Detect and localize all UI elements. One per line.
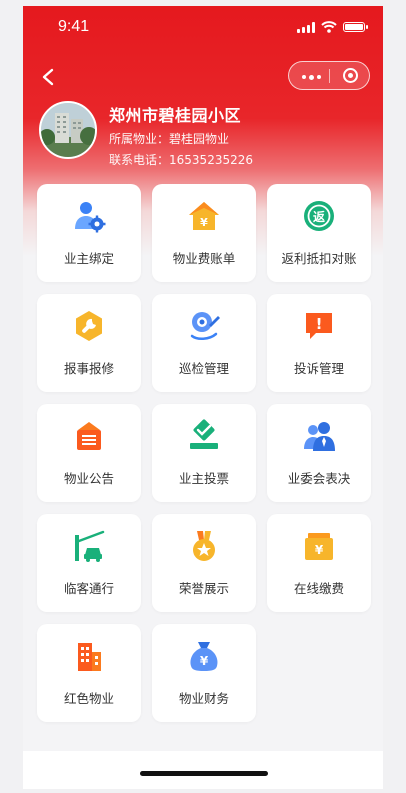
property-company: 所属物业：碧桂园物业 bbox=[109, 132, 230, 146]
menu-property-fee-bill[interactable]: ¥ 物业费账单 bbox=[152, 184, 256, 282]
battery-icon bbox=[343, 22, 368, 32]
committee-icon bbox=[304, 422, 335, 451]
menu-rebate-reconcile[interactable]: 返 返利抵扣对账 bbox=[267, 184, 371, 282]
property-fee-bill-icon: ¥ bbox=[189, 202, 219, 230]
menu-announcement[interactable]: 物业公告 bbox=[37, 404, 141, 502]
menu-vote[interactable]: 业主投票 bbox=[152, 404, 256, 502]
community-name: 郑州市碧桂园小区 bbox=[109, 106, 242, 125]
repair-wrench-icon bbox=[76, 311, 102, 341]
function-grid: 业主绑定 ¥ 物业费账单 返 返利抵扣对账 报事报修 巡检管理 ! 投诉管理 物… bbox=[37, 184, 371, 722]
menu-visitor-access[interactable]: 临客通行 bbox=[37, 514, 141, 612]
menu-label: 业委会表决 bbox=[287, 471, 351, 486]
community-info: 郑州市碧桂园小区 所属物业：碧桂园物业 联系电话：16535235226 bbox=[109, 102, 253, 168]
menu-label: 投诉管理 bbox=[293, 361, 344, 376]
status-bar: 9:41 bbox=[23, 6, 383, 50]
menu-owner-bind[interactable]: 业主绑定 bbox=[37, 184, 141, 282]
menu-label: 红色物业 bbox=[63, 691, 114, 706]
owner-bind-icon bbox=[75, 202, 106, 233]
contact-phone: 联系电话：16535235226 bbox=[109, 153, 253, 167]
inspection-icon bbox=[190, 312, 220, 340]
menu-label: 在线缴费 bbox=[293, 581, 344, 596]
signal-icon bbox=[297, 21, 315, 33]
menu-complaint[interactable]: ! 投诉管理 bbox=[267, 294, 371, 392]
menu-label: 荣誉展示 bbox=[178, 581, 229, 596]
announcement-icon bbox=[77, 422, 101, 450]
vote-icon bbox=[190, 419, 218, 449]
complaint-icon: ! bbox=[306, 313, 332, 339]
community-avatar bbox=[39, 101, 97, 159]
menu-label: 物业财务 bbox=[178, 691, 229, 706]
menu-label: 临客通行 bbox=[63, 581, 114, 596]
menu-label: 报事报修 bbox=[63, 361, 114, 376]
menu-committee[interactable]: 业委会表决 bbox=[267, 404, 371, 502]
menu-online-payment[interactable]: ¥ 在线缴费 bbox=[267, 514, 371, 612]
status-time: 9:41 bbox=[58, 18, 90, 35]
menu-label: 业主绑定 bbox=[63, 251, 114, 266]
visitor-gate-icon bbox=[75, 530, 105, 562]
svg-text:¥: ¥ bbox=[200, 654, 209, 668]
menu-label: 巡检管理 bbox=[178, 361, 229, 376]
miniprogram-capsule bbox=[288, 61, 370, 90]
menu-label: 物业公告 bbox=[63, 471, 114, 486]
menu-finance[interactable]: ¥ 物业财务 bbox=[152, 624, 256, 722]
menu-label: 业主投票 bbox=[178, 471, 229, 486]
rebate-reconcile-icon: 返 bbox=[304, 201, 334, 231]
svg-text:¥: ¥ bbox=[315, 543, 324, 557]
online-payment-icon: ¥ bbox=[305, 533, 333, 560]
menu-inspection[interactable]: 巡检管理 bbox=[152, 294, 256, 392]
svg-text:返: 返 bbox=[313, 209, 325, 224]
red-building-icon bbox=[78, 643, 101, 671]
honor-medal-icon bbox=[193, 531, 215, 561]
back-arrow-icon[interactable] bbox=[33, 62, 63, 92]
bottom-safe-area bbox=[23, 751, 383, 789]
menu-label: 物业费账单 bbox=[172, 251, 236, 266]
menu-repair[interactable]: 报事报修 bbox=[37, 294, 141, 392]
close-miniprogram-icon[interactable] bbox=[343, 68, 358, 83]
more-menu-icon[interactable] bbox=[302, 74, 321, 80]
svg-text:!: ! bbox=[316, 315, 323, 333]
svg-text:¥: ¥ bbox=[200, 216, 208, 229]
menu-label: 返利抵扣对账 bbox=[281, 251, 357, 266]
finance-bag-icon: ¥ bbox=[190, 642, 218, 671]
menu-honor[interactable]: 荣誉展示 bbox=[152, 514, 256, 612]
wifi-icon bbox=[321, 21, 337, 33]
phone-screen: 9:41 郑州市碧桂园小区 所属物业：碧桂园物业 联系电话：1653523522… bbox=[23, 6, 383, 789]
home-indicator bbox=[140, 771, 268, 776]
menu-red-property[interactable]: 红色物业 bbox=[37, 624, 141, 722]
